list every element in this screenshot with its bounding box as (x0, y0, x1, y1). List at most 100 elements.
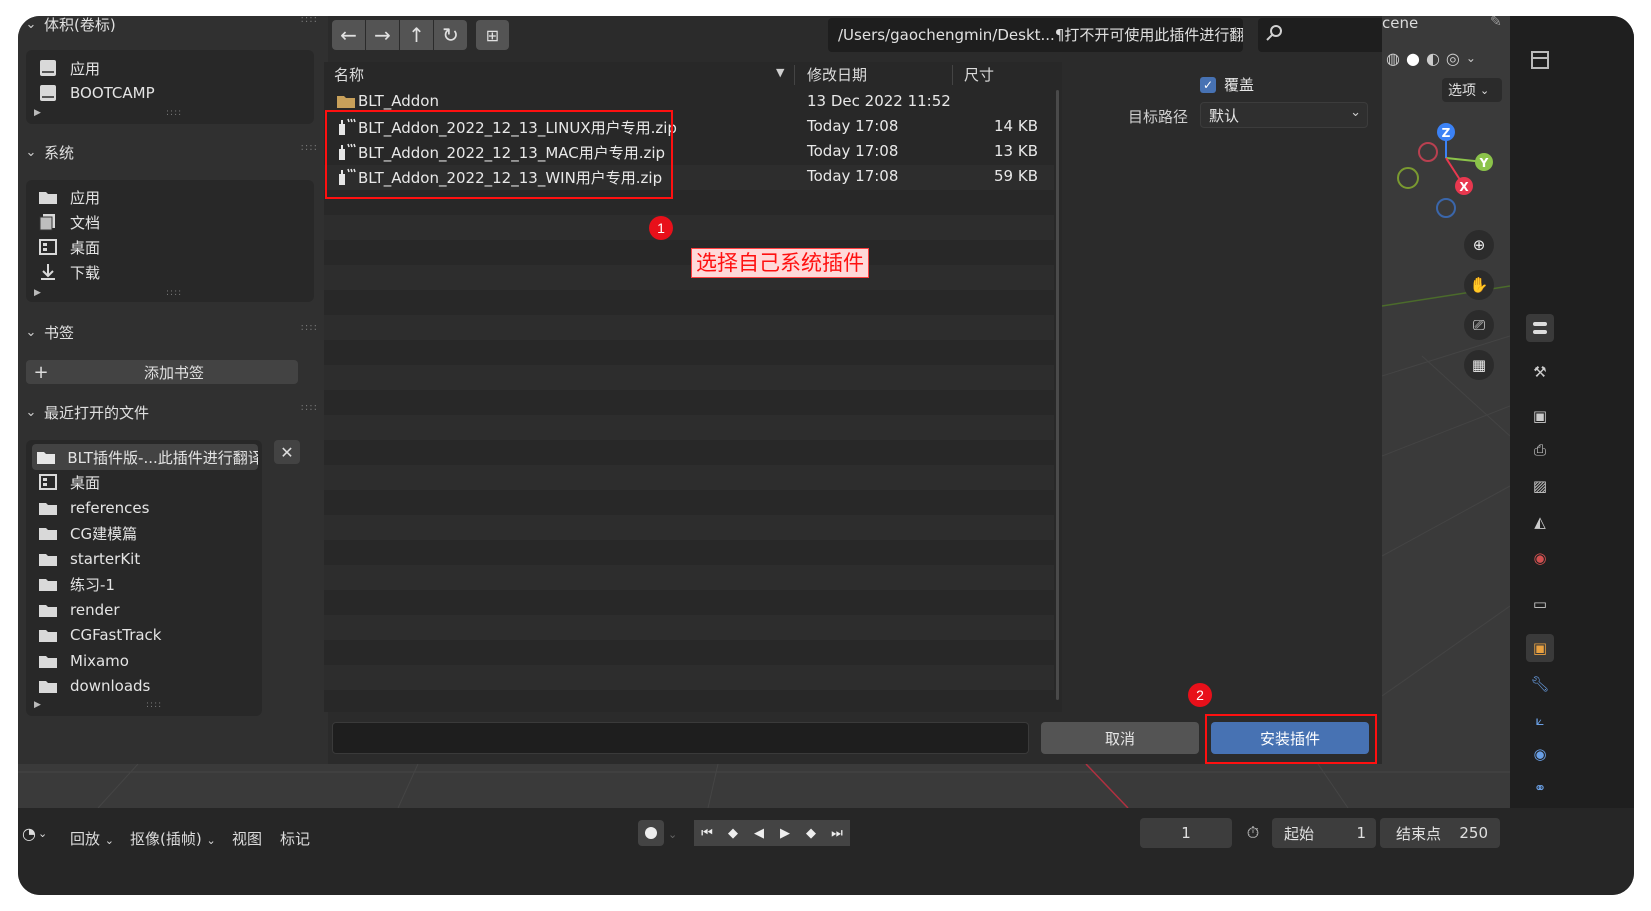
clock-icon: ◔ (22, 823, 36, 843)
sidebar-item-bootcamp[interactable]: BOOTCAMP (34, 80, 302, 106)
zoom-button[interactable]: ⊕ (1464, 230, 1494, 260)
tool-settings-tab[interactable] (1526, 314, 1554, 342)
material-shading-icon[interactable]: ◐ (1426, 49, 1440, 68)
recent-item[interactable]: Mixamo (34, 648, 302, 674)
recent-item[interactable]: starterKit (34, 546, 302, 572)
sidebar-item-apps[interactable]: 应用 (34, 184, 302, 210)
constraints-tab[interactable]: ⚭ (1526, 774, 1554, 802)
recent-item[interactable]: references (34, 495, 302, 521)
step-badge-1: 1 (649, 216, 673, 240)
refresh-button[interactable]: ↻ (434, 20, 467, 50)
bookmarks-section-header[interactable]: ⌄ 书签 :::: (18, 318, 328, 346)
options-dropdown[interactable]: 选项 ⌄ (1442, 78, 1502, 102)
pin-icon[interactable]: ✎ (1490, 16, 1502, 30)
physics-tab[interactable]: ◉ (1526, 740, 1554, 768)
recent-item[interactable]: downloads (34, 673, 302, 699)
grip-icon[interactable]: :::: (301, 402, 318, 413)
recent-item[interactable]: 练习-1 (34, 571, 302, 597)
prev-keyframe-button[interactable]: ◆ (720, 820, 746, 846)
parent-dir-button[interactable]: ↑ (400, 20, 433, 50)
resize-grip-icon[interactable]: :::: (166, 288, 182, 298)
system-section-header[interactable]: ⌄ 系统 :::: (18, 138, 328, 166)
next-keyframe-button[interactable]: ◆ (798, 820, 824, 846)
navigation-gizmo[interactable]: Z Y X (1388, 120, 1508, 220)
column-header-name[interactable]: 名称 (334, 62, 364, 88)
tool-tab[interactable]: ⚒ (1526, 358, 1554, 386)
pan-button[interactable]: ✋ (1464, 270, 1494, 300)
sidebar-item-apps-volume[interactable]: 应用 (34, 55, 302, 81)
back-button[interactable]: ← (332, 20, 365, 50)
jump-start-button[interactable]: ⏮ (694, 820, 720, 846)
perspective-toggle-button[interactable]: ▦ (1464, 350, 1494, 380)
volumes-section-header[interactable]: ⌄ 体积(卷标) :::: (18, 16, 328, 38)
path-input[interactable]: /Users/gaochengmin/Deskt...¶打不开可使用此插件进行翻… (828, 18, 1243, 52)
keying-menu[interactable]: 抠像(插帧) ⌄ (130, 828, 216, 849)
overwrite-checkbox[interactable]: ✓ 覆盖 (1200, 74, 1254, 95)
playback-menu[interactable]: 回放 ⌄ (70, 828, 114, 849)
recent-item[interactable]: 桌面 (34, 469, 302, 495)
filename-input[interactable] (332, 722, 1029, 754)
sort-arrow-icon[interactable]: ▼ (776, 66, 784, 79)
editor-type-icon[interactable] (1526, 46, 1554, 74)
sidebar-item-downloads[interactable]: 下载 (34, 259, 302, 285)
column-header-size[interactable]: 尺寸 (964, 62, 994, 88)
annotation-highlight-files (325, 110, 673, 199)
modifier-tab[interactable]: 🔧︎ (1526, 670, 1554, 698)
resize-grip-icon[interactable]: :::: (146, 700, 162, 710)
toolbar: ← → ↑ ↻ ⊞ /Users/gaochengmin/Deskt...¶打不… (328, 16, 1634, 56)
output-tab[interactable]: ⎙ (1526, 436, 1554, 464)
recent-item[interactable]: BLT插件版-...此插件进行翻译 (32, 444, 258, 470)
file-date: Today 17:08 (807, 167, 899, 185)
editor-type-menu[interactable]: ◔ ⌄ (22, 818, 58, 848)
render-tab[interactable]: ▣ (1526, 402, 1554, 430)
chevron-down-icon[interactable]: ⌄ (668, 828, 677, 841)
expand-icon[interactable]: ▶ (34, 108, 41, 118)
chevron-down-icon[interactable]: ⌄ (1466, 51, 1476, 65)
expand-icon[interactable]: ▶ (34, 288, 41, 298)
sidebar-item-desktop[interactable]: 桌面 (34, 234, 302, 260)
chevron-down-icon: ⌄ (25, 144, 37, 160)
add-bookmark-button[interactable]: + 添加书签 (26, 360, 298, 384)
play-reverse-button[interactable]: ◀ (746, 820, 772, 846)
resize-grip-icon[interactable]: :::: (166, 108, 182, 118)
collection-tab[interactable]: ▭ (1526, 590, 1554, 618)
chevron-down-icon: ⌄ (37, 826, 48, 840)
start-frame-field[interactable]: 起始 1 (1272, 818, 1376, 848)
jump-end-button[interactable]: ⏭ (824, 820, 850, 846)
expand-icon[interactable]: ▶ (34, 700, 41, 710)
solid-shading-icon[interactable]: ● (1406, 49, 1420, 68)
grip-icon[interactable]: :::: (301, 322, 318, 333)
remove-recent-button[interactable]: ✕ (274, 440, 300, 464)
scene-tab[interactable]: ◭ (1526, 508, 1554, 536)
target-path-select[interactable]: 默认 ⌄ (1200, 102, 1368, 128)
recent-item[interactable]: CGFastTrack (34, 622, 302, 648)
end-value: 250 (1459, 824, 1488, 842)
view-menu[interactable]: 视图 (232, 828, 262, 849)
forward-button[interactable]: → (366, 20, 399, 50)
wireframe-shading-icon[interactable]: ◍ (1386, 49, 1400, 68)
3d-viewport[interactable]: cene ✎ ◍ ● ◐ ◎ ⌄ 选项 ⌄ Z Y X ⊕ ✋ ⎚ ▦ (1382, 16, 1510, 798)
grip-icon[interactable]: :::: (301, 16, 318, 25)
new-folder-button[interactable]: ⊞ (476, 20, 509, 50)
refresh-icon: ↻ (442, 23, 459, 47)
marker-menu[interactable]: 标记 (280, 828, 310, 849)
recent-item[interactable]: render (34, 597, 302, 623)
grip-icon[interactable]: :::: (301, 142, 318, 153)
stopwatch-button[interactable]: ⏱ (1240, 820, 1266, 846)
column-header-date[interactable]: 修改日期 (807, 62, 867, 88)
camera-view-button[interactable]: ⎚ (1464, 310, 1494, 340)
particles-tab[interactable]: ⟀ (1526, 706, 1554, 734)
rendered-shading-icon[interactable]: ◎ (1446, 49, 1460, 68)
cancel-button[interactable]: 取消 (1041, 722, 1199, 754)
view-layer-tab[interactable]: ▨ (1526, 472, 1554, 500)
play-button[interactable]: ▶ (772, 820, 798, 846)
recent-section-header[interactable]: ⌄ 最近打开的文件 :::: (18, 398, 328, 426)
world-tab[interactable]: ◉ (1526, 544, 1554, 572)
recent-item[interactable]: CG建模篇 (34, 520, 302, 546)
scrollbar[interactable] (1056, 90, 1059, 700)
end-frame-field[interactable]: 结束点 250 (1380, 818, 1500, 848)
current-frame-field[interactable]: 1 (1140, 818, 1232, 848)
sidebar-item-documents[interactable]: 文档 (34, 209, 302, 235)
record-button[interactable] (638, 820, 664, 846)
object-tab[interactable]: ▣ (1526, 634, 1554, 662)
